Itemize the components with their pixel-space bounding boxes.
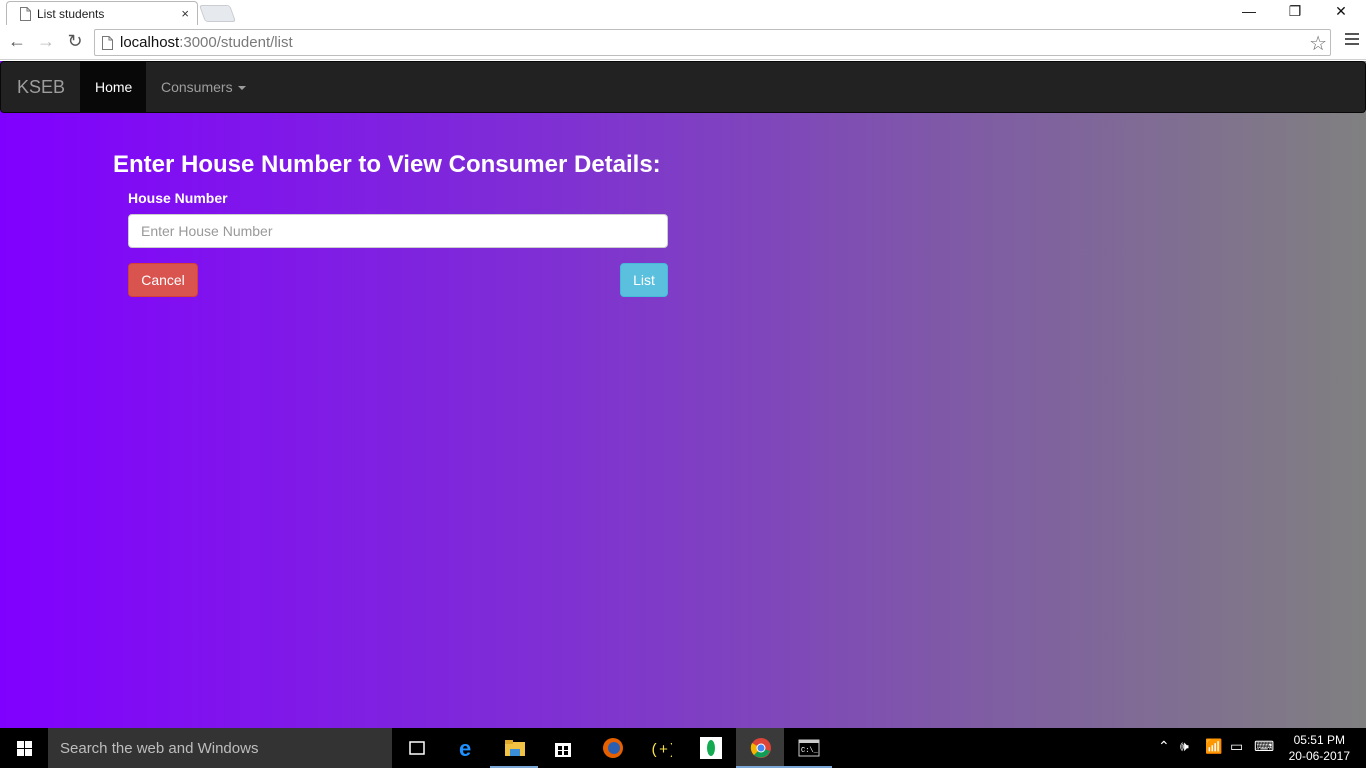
svg-text:(+): (+): [650, 742, 672, 759]
close-window-button[interactable]: ✕: [1318, 3, 1364, 20]
house-number-input[interactable]: [128, 214, 668, 248]
page-heading: Enter House Number to View Consumer Deta…: [113, 151, 661, 178]
page-icon: [20, 7, 31, 21]
windows-start-icon[interactable]: [0, 728, 48, 768]
svg-text:C:\_: C:\_: [801, 747, 819, 755]
mongodb-icon[interactable]: [686, 728, 734, 768]
code-editor-icon[interactable]: (+): [636, 728, 684, 768]
windows-taskbar: Search the web and Windows e (+) C:\_ ⌃ …: [0, 728, 1366, 768]
page-body: KSEB Home Consumers Enter House Number t…: [0, 61, 1366, 728]
forward-icon[interactable]: →: [35, 31, 57, 52]
chrome-menu-icon[interactable]: [1345, 33, 1359, 47]
volume-icon[interactable]: 🕪: [1180, 738, 1189, 755]
firefox-icon[interactable]: [588, 728, 636, 768]
site-navbar: KSEB Home Consumers: [0, 61, 1366, 113]
tab-close-icon[interactable]: ×: [181, 6, 189, 21]
edge-icon[interactable]: e: [442, 728, 490, 768]
reload-icon[interactable]: ↻: [64, 31, 86, 52]
browser-tab[interactable]: List students ×: [6, 1, 198, 25]
command-prompt-icon[interactable]: C:\_: [784, 728, 832, 768]
nav-item-home-label: Home: [95, 79, 133, 95]
nav-item-home[interactable]: Home: [80, 62, 146, 113]
taskbar-search-box[interactable]: Search the web and Windows: [48, 728, 392, 768]
restore-button[interactable]: ❐: [1272, 3, 1318, 20]
store-icon[interactable]: [538, 728, 586, 768]
keyboard-icon[interactable]: ⌨: [1254, 738, 1274, 755]
page-info-icon: [102, 36, 113, 50]
tab-title: List students: [37, 7, 105, 21]
taskbar-clock[interactable]: 05:51 PM 20-06-2017: [1289, 732, 1350, 764]
back-icon[interactable]: ←: [6, 31, 28, 52]
list-button[interactable]: List: [620, 263, 668, 297]
navbar-brand[interactable]: KSEB: [17, 77, 65, 98]
bookmark-star-icon[interactable]: ☆: [1309, 31, 1327, 56]
caret-down-icon: [237, 86, 246, 91]
svg-text:e: e: [459, 737, 471, 759]
url-host: localhost: [120, 34, 180, 51]
clock-date: 20-06-2017: [1288, 749, 1350, 763]
url-path: :3000/student/list: [179, 34, 293, 51]
nav-item-consumers-label: Consumers: [161, 79, 233, 95]
cancel-button[interactable]: Cancel: [128, 263, 198, 297]
taskbar-search-placeholder: Search the web and Windows: [60, 740, 259, 757]
minimize-button[interactable]: —: [1226, 3, 1272, 19]
wifi-icon[interactable]: 📶: [1205, 738, 1222, 755]
url-text: localhost:3000/student/list: [120, 34, 293, 51]
house-number-label: House Number: [128, 190, 228, 206]
tray-chevron-icon[interactable]: ⌃: [1158, 738, 1170, 755]
action-center-icon[interactable]: ▭: [1230, 738, 1243, 755]
task-view-icon[interactable]: [392, 728, 440, 768]
browser-tab-strip: List students × — ❐ ✕: [0, 0, 1366, 25]
nav-item-consumers[interactable]: Consumers: [161, 79, 246, 95]
address-bar[interactable]: localhost:3000/student/list ☆: [94, 29, 1331, 56]
chrome-icon[interactable]: [736, 728, 784, 768]
file-explorer-icon[interactable]: [490, 728, 538, 768]
clock-time: 05:51 PM: [1293, 733, 1345, 747]
new-tab-button[interactable]: [198, 5, 237, 22]
browser-toolbar: ← → ↻ localhost:3000/student/list ☆: [0, 25, 1366, 60]
